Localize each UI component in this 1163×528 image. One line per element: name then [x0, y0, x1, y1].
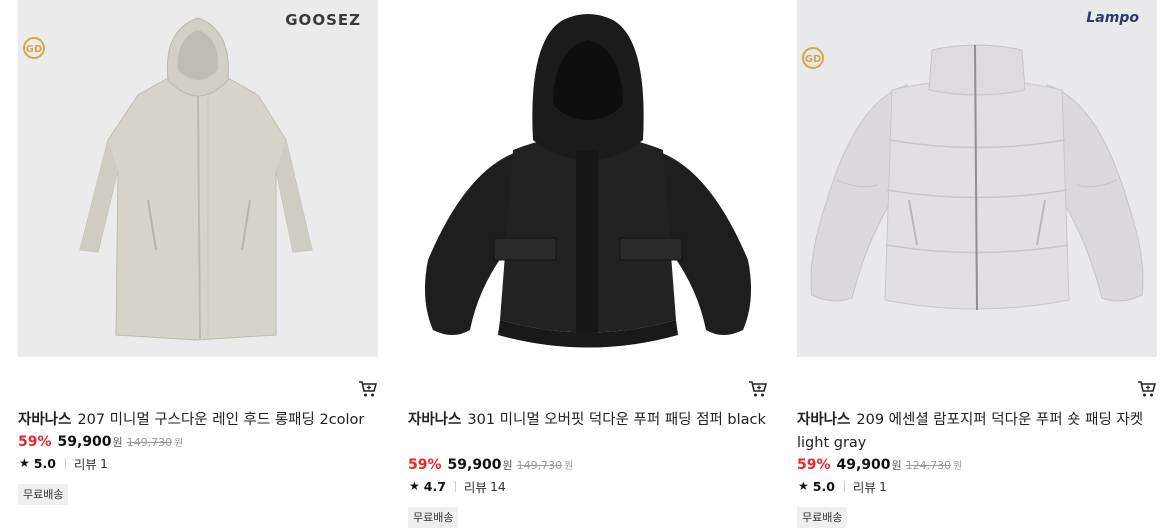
- product-grid: GOOSEZ GD 자바나스 207 미니멀 구스다운 레인 후드 롱패딩 2co…: [0, 0, 1163, 528]
- cart-icon[interactable]: [1137, 380, 1157, 398]
- star-icon: ★: [19, 456, 30, 470]
- price-row: 59% 59,900 원 149,730 원: [408, 457, 573, 477]
- product-name[interactable]: 207 미니멀 구스다운 레인 후드 롱패딩 2color: [77, 412, 364, 428]
- original-currency-unit: 원: [953, 461, 963, 472]
- divider: [454, 480, 456, 492]
- svg-text:GD: GD: [805, 54, 822, 65]
- review-label: 리뷰: [463, 479, 487, 495]
- product-image[interactable]: GOOSEZ GD: [18, 0, 378, 357]
- review-count: 14: [489, 478, 506, 494]
- product-brand[interactable]: 자바나스: [408, 412, 461, 428]
- currency-unit: 원: [891, 459, 902, 472]
- product-name[interactable]: 301 미니멀 오버핏 덕다운 푸퍼 패딩 점퍼 black: [467, 412, 766, 428]
- product-brand[interactable]: 자바나스: [18, 412, 71, 428]
- sale-price: 49,900: [836, 457, 891, 473]
- currency-unit: 원: [112, 436, 123, 449]
- rating-score: 5.0: [33, 455, 56, 471]
- price-row: 59% 59,900 원 149,730 원: [18, 434, 183, 454]
- currency-unit: 원: [502, 459, 513, 472]
- review-label: 리뷰: [73, 456, 97, 472]
- star-icon: ★: [798, 479, 809, 493]
- brand-logo-goosez: GOOSEZ: [285, 11, 361, 29]
- discount-rate: 59%: [408, 457, 442, 473]
- gd-gold-badge-icon: GD: [802, 47, 824, 69]
- free-shipping-badge: 무료배송: [797, 507, 848, 528]
- original-currency-unit: 원: [174, 438, 184, 449]
- product-brand[interactable]: 자바나스: [797, 412, 850, 428]
- divider: [843, 480, 845, 492]
- sale-price: 59,900: [447, 457, 502, 473]
- star-icon: ★: [409, 479, 420, 493]
- svg-text:GD: GD: [26, 44, 43, 55]
- original-currency-unit: 원: [564, 461, 574, 472]
- rating-score: 5.0: [812, 478, 835, 494]
- light-gray-puffer-jacket-icon: [810, 44, 1144, 311]
- original-price: 149,730: [516, 459, 563, 472]
- rating-score: 4.7: [423, 478, 446, 494]
- rating-row: ★ 5.0 리뷰 1: [19, 454, 108, 472]
- product-title[interactable]: 자바나스 207 미니멀 구스다운 레인 후드 롱패딩 2color: [18, 409, 378, 432]
- rating-row: ★ 5.0 리뷰 1: [798, 477, 887, 495]
- rating-row: ★ 4.7 리뷰 14: [409, 477, 506, 495]
- review-label: 리뷰: [852, 479, 876, 495]
- original-price: 124,730: [905, 459, 952, 472]
- cart-icon[interactable]: [748, 380, 768, 398]
- free-shipping-badge: 무료배송: [18, 484, 69, 505]
- product-title[interactable]: 자바나스 209 에센셜 람포지퍼 덕다운 푸퍼 숏 패딩 자켓 light gr…: [797, 409, 1157, 455]
- price-row: 59% 49,900 원 124,730 원: [797, 457, 962, 477]
- review-count: 1: [99, 455, 108, 471]
- cart-icon[interactable]: [358, 380, 378, 398]
- discount-rate: 59%: [797, 457, 831, 473]
- discount-rate: 59%: [18, 434, 52, 450]
- gd-gold-badge-icon: GD: [23, 37, 45, 59]
- product-title[interactable]: 자바나스 301 미니멀 오버핏 덕다운 푸퍼 패딩 점퍼 black: [408, 409, 768, 432]
- product-image[interactable]: [408, 0, 768, 357]
- review-count: 1: [878, 478, 887, 494]
- free-shipping-badge: 무료배송: [408, 507, 459, 528]
- sale-price: 59,900: [57, 434, 112, 450]
- product-image[interactable]: Lampo GD: [797, 0, 1157, 357]
- brand-logo-lampo: Lampo: [1086, 10, 1139, 26]
- long-hooded-coat-icon: [79, 17, 313, 341]
- divider: [64, 457, 66, 469]
- original-price: 149,730: [126, 436, 173, 449]
- black-puffer-jacket-icon: [424, 14, 752, 348]
